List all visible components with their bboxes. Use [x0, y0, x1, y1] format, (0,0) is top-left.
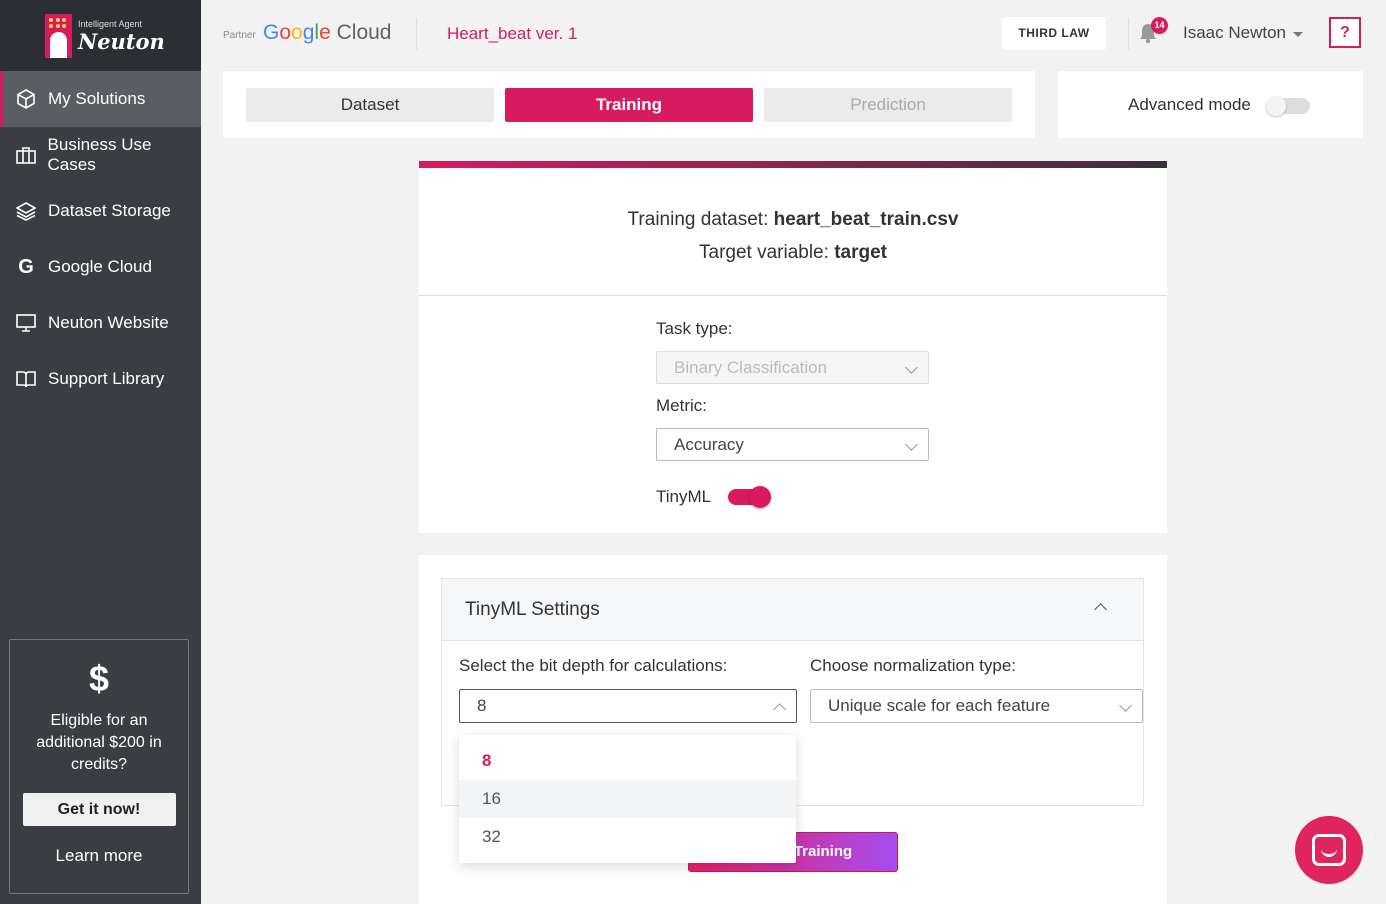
- google-cloud-logo: Google Cloud: [263, 21, 392, 44]
- credits-promo: $ Eligible for an additional $200 in cre…: [9, 639, 189, 894]
- tinyml-label: TinyML: [656, 487, 712, 506]
- metric-label: Metric:: [656, 396, 707, 415]
- dollar-icon: $: [88, 658, 110, 699]
- normalization-label: Choose normalization type:: [810, 656, 1017, 675]
- bit-depth-select[interactable]: 8: [459, 689, 797, 723]
- partner-label: Partner: [223, 30, 256, 41]
- help-button[interactable]: ?: [1329, 17, 1361, 48]
- chevron-down-icon: [1119, 699, 1132, 712]
- target-variable-line: Target variable: target: [699, 242, 887, 263]
- sidebar-item-label: Business Use Cases: [47, 135, 152, 174]
- sidebar-item-label: Neuton Website: [48, 313, 169, 332]
- sidebar-item-neuton-website[interactable]: Neuton Website: [0, 295, 201, 351]
- sidebar-item-google-cloud[interactable]: G Google Cloud: [0, 239, 201, 295]
- sidebar-item-my-solutions[interactable]: My Solutions: [0, 71, 201, 127]
- divider: [416, 18, 417, 50]
- advanced-mode-label: Advanced mode: [1128, 95, 1251, 114]
- user-name[interactable]: Isaac Newton: [1183, 23, 1286, 43]
- logo-subtitle: Intelligent Agent: [78, 18, 143, 29]
- dataset-name: heart_beat_train.csv: [773, 209, 959, 230]
- notification-badge: 14: [1151, 17, 1168, 34]
- sidebar-item-dataset-storage[interactable]: Dataset Storage: [0, 183, 201, 239]
- top-bar: Partner Google Cloud Heart_beat ver. 1 T…: [201, 0, 1386, 70]
- tinyml-toggle[interactable]: [728, 486, 771, 508]
- neuton-logo-icon: [45, 13, 72, 58]
- get-it-now-button[interactable]: Get it now!: [22, 793, 176, 826]
- credits-text: Eligible for an additional $200 in credi…: [36, 712, 162, 773]
- chevron-up-icon: [773, 703, 786, 716]
- step-tabs: Dataset Training Prediction: [223, 71, 1035, 138]
- logo-name: Neuton: [78, 28, 165, 54]
- task-type-label: Task type:: [656, 319, 733, 338]
- chat-icon: [1312, 834, 1346, 866]
- cube-icon: [15, 88, 37, 110]
- tinyml-settings-header[interactable]: TinyML Settings: [442, 579, 1143, 641]
- sidebar-item-label: Support Library: [48, 369, 165, 388]
- tinyml-settings-title: TinyML Settings: [465, 599, 600, 620]
- project-title: Heart_beat ver. 1: [447, 24, 578, 43]
- tab-training[interactable]: Training: [505, 88, 753, 122]
- sidebar-item-label: Google Cloud: [48, 257, 152, 276]
- dropdown-option-32[interactable]: 32: [459, 818, 796, 856]
- bit-depth-label: Select the bit depth for calculations:: [459, 656, 728, 675]
- sidebar-item-label: Dataset Storage: [48, 201, 171, 220]
- monitor-icon: [15, 312, 37, 334]
- neuton-logo[interactable]: Intelligent Agent Neuton: [0, 0, 201, 71]
- tab-prediction: Prediction: [764, 88, 1012, 122]
- chevron-down-icon: [905, 438, 918, 451]
- caret-down-icon[interactable]: [1293, 32, 1303, 37]
- bit-depth-dropdown: 8 16 32: [459, 735, 796, 863]
- training-dataset-line: Training dataset: heart_beat_train.csv: [627, 209, 959, 230]
- sidebar-item-label: My Solutions: [48, 89, 146, 108]
- dropdown-option-8[interactable]: 8: [459, 742, 796, 780]
- layers-icon: [15, 200, 37, 222]
- sidebar-item-support-library[interactable]: Support Library: [0, 351, 201, 407]
- dropdown-option-16[interactable]: 16: [459, 780, 796, 818]
- book-icon: [15, 368, 37, 390]
- training-config-card: Training dataset: heart_beat_train.csv T…: [419, 161, 1167, 533]
- chat-launcher-button[interactable]: [1295, 816, 1363, 884]
- normalization-select[interactable]: Unique scale for each feature: [810, 689, 1143, 723]
- advanced-mode-card: Advanced mode: [1058, 71, 1363, 138]
- google-g-icon: G: [18, 255, 34, 278]
- divider: [419, 295, 1167, 296]
- target-name: target: [834, 242, 887, 263]
- organization-button[interactable]: THIRD LAW: [1002, 17, 1106, 50]
- briefcase-icon: [15, 144, 37, 166]
- divider: [1128, 18, 1129, 50]
- tab-dataset[interactable]: Dataset: [246, 88, 494, 122]
- metric-select[interactable]: Accuracy: [656, 428, 929, 461]
- sidebar: Intelligent Agent Neuton My Solutions Bu…: [0, 0, 201, 904]
- learn-more-link[interactable]: Learn more: [10, 846, 188, 866]
- sidebar-item-business-use-cases[interactable]: Business Use Cases: [0, 127, 201, 183]
- chevron-down-icon: [905, 361, 918, 374]
- chevron-up-icon[interactable]: [1094, 603, 1107, 616]
- advanced-mode-toggle[interactable]: [1266, 96, 1310, 116]
- task-type-select: Binary Classification: [656, 351, 929, 384]
